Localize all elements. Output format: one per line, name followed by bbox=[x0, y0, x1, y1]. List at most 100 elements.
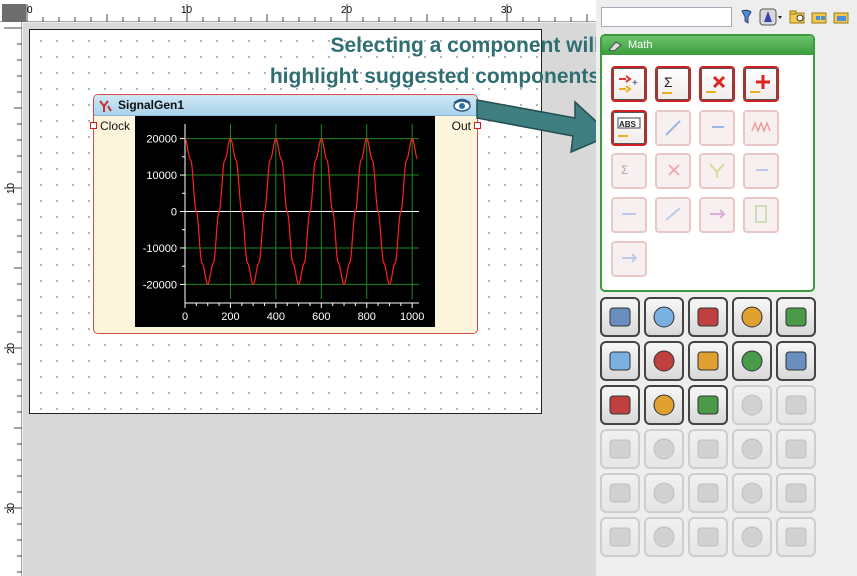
magnet-category-tile[interactable] bbox=[644, 473, 684, 513]
tool-icon bbox=[741, 526, 763, 548]
eye-icon[interactable] bbox=[452, 97, 472, 113]
clock-input-port[interactable] bbox=[90, 122, 97, 129]
palette-search-input[interactable] bbox=[601, 7, 732, 27]
transfer-category-tile[interactable] bbox=[644, 385, 684, 425]
chart-line-category-tile[interactable] bbox=[600, 341, 640, 381]
slope-icon bbox=[665, 207, 681, 221]
gauge-icon bbox=[609, 307, 631, 327]
svg-text:Σ: Σ bbox=[664, 74, 673, 90]
pencil-category-tile[interactable] bbox=[600, 429, 640, 469]
binary-category-tile[interactable] bbox=[600, 517, 640, 557]
plus-icon bbox=[750, 75, 770, 93]
chart-x-tick-label: 600 bbox=[312, 311, 330, 323]
signal-generator-icon bbox=[99, 100, 112, 112]
magnifier-category-tile[interactable] bbox=[688, 385, 728, 425]
add-component-tile[interactable]: + bbox=[611, 66, 647, 102]
accumulator-icon bbox=[755, 205, 767, 223]
tool-category-tile[interactable] bbox=[732, 517, 772, 557]
dial-plate-category-tile[interactable] bbox=[644, 297, 684, 337]
download-icon bbox=[653, 438, 675, 460]
signalgen-component[interactable]: SignalGen1 Clock Out 0 200 400 600 800 1000 20… bbox=[90, 94, 481, 334]
box-category-tile[interactable] bbox=[688, 429, 728, 469]
transfer-icon bbox=[653, 394, 675, 416]
accumulator-component-tile[interactable] bbox=[743, 197, 779, 233]
math-component-group: Math + Σ ABS Σ bbox=[600, 34, 815, 292]
slope-component-tile[interactable] bbox=[655, 197, 691, 233]
filter-icon[interactable] bbox=[738, 8, 756, 26]
divide-component-tile[interactable] bbox=[655, 110, 691, 146]
subtract-icon bbox=[712, 126, 724, 128]
math-group-title: Math bbox=[628, 39, 653, 51]
chart-svg: 0 200 400 600 800 1000 20000 10000 0 -10000 -20000 bbox=[143, 124, 424, 323]
gauge-category-tile[interactable] bbox=[600, 297, 640, 337]
disk-icon bbox=[741, 394, 763, 416]
chart-line-icon bbox=[609, 351, 631, 371]
waveform-component-tile[interactable] bbox=[743, 110, 779, 146]
alarm-category-tile[interactable] bbox=[776, 517, 816, 557]
drive-category-tile[interactable] bbox=[732, 473, 772, 513]
spark-category-tile[interactable] bbox=[688, 473, 728, 513]
top-ruler: 0 10 20 30 bbox=[0, 0, 596, 22]
window-category-tile[interactable] bbox=[688, 517, 728, 557]
drive-icon bbox=[741, 482, 763, 504]
convert-icon bbox=[622, 253, 638, 263]
cross-component-tile[interactable] bbox=[655, 153, 691, 189]
book-stack-category-tile[interactable] bbox=[732, 297, 772, 337]
split-icon bbox=[622, 213, 636, 215]
fraction-component-tile[interactable]: Σ bbox=[611, 153, 647, 189]
sum-icon: Σ bbox=[662, 74, 673, 94]
download-category-tile[interactable] bbox=[644, 429, 684, 469]
abs-component-tile[interactable]: ABS bbox=[611, 110, 647, 146]
chart-x-tick-label: 800 bbox=[358, 311, 376, 323]
magnifier-icon bbox=[697, 395, 719, 415]
ring-icon bbox=[785, 395, 807, 415]
multiply-component-tile[interactable] bbox=[699, 66, 735, 102]
merge-component-tile[interactable] bbox=[699, 153, 735, 189]
folder-tree-icon[interactable] bbox=[811, 8, 829, 26]
math-group-header[interactable]: Math bbox=[602, 36, 813, 55]
document-category-tile[interactable] bbox=[688, 341, 728, 381]
folder-search-icon[interactable] bbox=[789, 8, 807, 26]
folder-grid-icon[interactable] bbox=[833, 8, 851, 26]
disk-category-tile[interactable] bbox=[732, 385, 772, 425]
document-icon bbox=[697, 351, 719, 371]
dial-plate-icon bbox=[653, 306, 675, 328]
ring-category-tile[interactable] bbox=[776, 385, 816, 425]
sum-component-tile[interactable]: Σ bbox=[655, 66, 691, 102]
chip-icon bbox=[653, 350, 675, 372]
ruler-category-tile[interactable] bbox=[776, 297, 816, 337]
component-palette-panel: Math + Σ ABS Σ bbox=[596, 0, 857, 576]
pencil-icon bbox=[609, 439, 631, 459]
minus-component-tile[interactable] bbox=[743, 153, 779, 189]
plug-icon bbox=[741, 438, 763, 460]
component-title-bar[interactable]: SignalGen1 bbox=[94, 95, 477, 116]
arrow-component-tile[interactable] bbox=[699, 197, 735, 233]
headset-icon bbox=[741, 350, 763, 372]
headset-category-tile[interactable] bbox=[732, 341, 772, 381]
subtract-component-tile[interactable] bbox=[699, 110, 735, 146]
cross-icon bbox=[668, 164, 680, 176]
book-stack-icon bbox=[741, 306, 763, 328]
robot-category-tile[interactable] bbox=[688, 297, 728, 337]
wizard-dropdown-icon[interactable] bbox=[759, 8, 783, 26]
math-group-icon bbox=[608, 41, 622, 52]
plug-category-tile[interactable] bbox=[732, 429, 772, 469]
eyes-category-tile[interactable] bbox=[776, 429, 816, 469]
magnet-icon bbox=[653, 482, 675, 504]
users-category-tile[interactable] bbox=[600, 385, 640, 425]
ruler-top-ticks bbox=[26, 4, 588, 22]
robot-icon bbox=[697, 307, 719, 327]
monitor-category-tile[interactable] bbox=[776, 341, 816, 381]
chart-x-tick-label: 0 bbox=[182, 311, 188, 323]
cut-category-tile[interactable] bbox=[776, 473, 816, 513]
arrow-category-tile[interactable] bbox=[600, 473, 640, 513]
annotation-arrow-icon bbox=[476, 99, 613, 154]
chip-category-tile[interactable] bbox=[644, 341, 684, 381]
ruler-corner[interactable] bbox=[2, 4, 26, 22]
split-component-tile[interactable] bbox=[611, 197, 647, 233]
annotation-line-1: Selecting a component will bbox=[330, 34, 600, 57]
plus-component-tile[interactable] bbox=[743, 66, 779, 102]
chart-y-tick-label: -20000 bbox=[143, 279, 177, 291]
convert-component-tile[interactable] bbox=[611, 241, 647, 277]
network-category-tile[interactable] bbox=[644, 517, 684, 557]
